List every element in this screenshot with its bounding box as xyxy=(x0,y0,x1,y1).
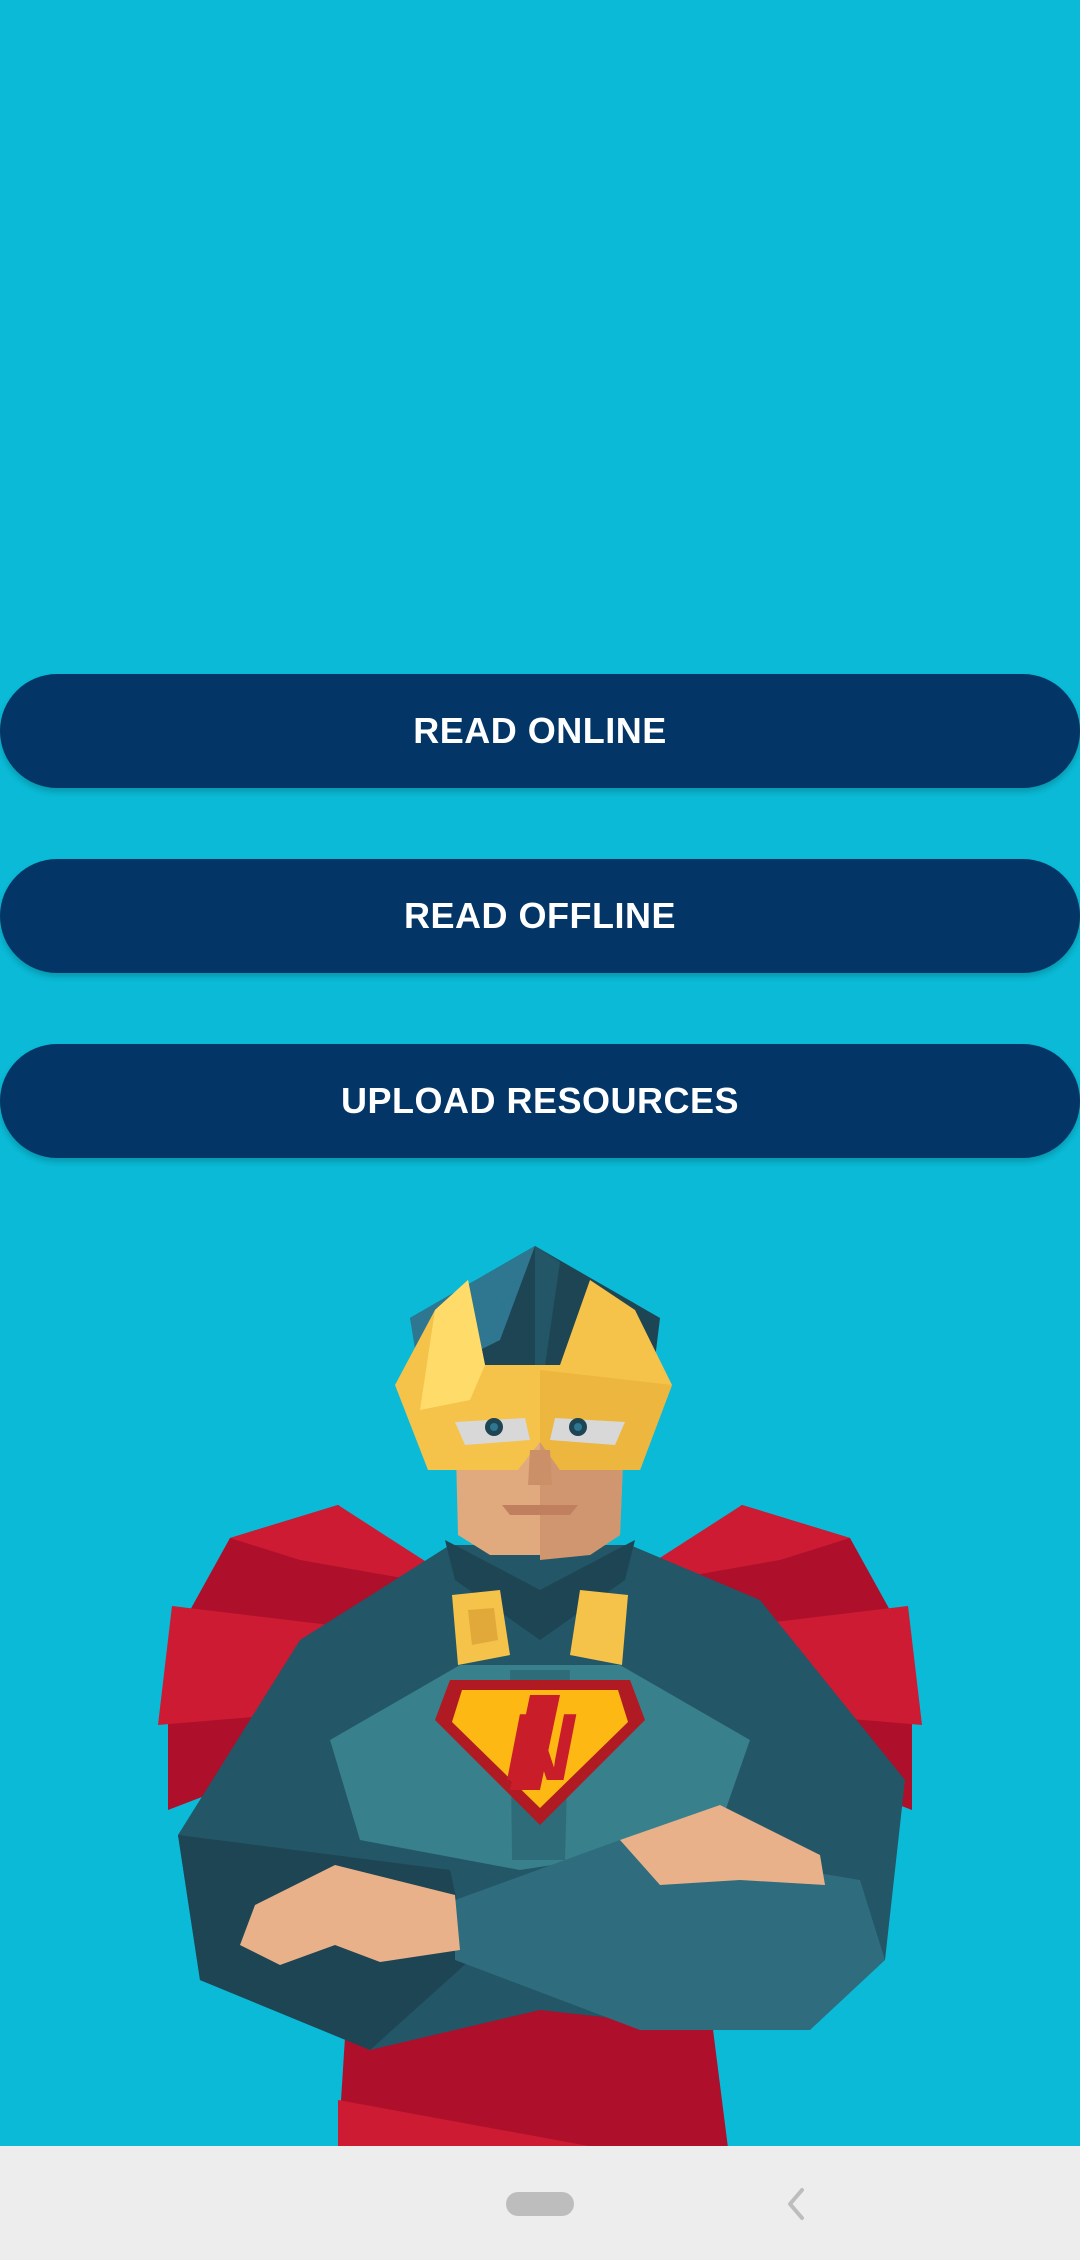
back-chevron-icon[interactable] xyxy=(782,2182,810,2226)
emblem-letter: N xyxy=(505,1694,576,1801)
read-offline-button[interactable]: READ OFFLINE xyxy=(0,859,1080,973)
upload-resources-button[interactable]: UPLOAD RESOURCES xyxy=(0,1044,1080,1158)
app-screen: READ ONLINE READ OFFLINE UPLOAD RESOURCE… xyxy=(0,0,1080,2260)
system-navigation-bar xyxy=(0,2146,1080,2260)
read-online-button[interactable]: READ ONLINE xyxy=(0,674,1080,788)
superhero-illustration: N xyxy=(158,1246,922,2148)
home-pill-icon[interactable] xyxy=(506,2192,574,2216)
